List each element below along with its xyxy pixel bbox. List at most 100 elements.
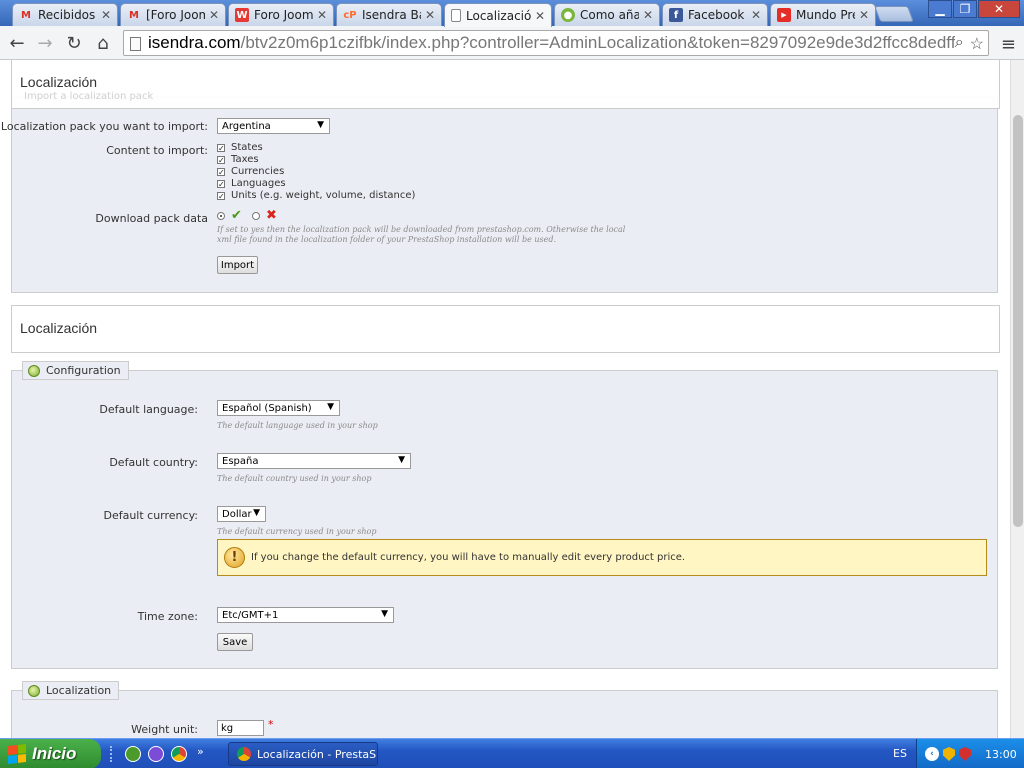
task-label: Localización - PrestaS... bbox=[257, 747, 378, 761]
clock[interactable]: 13:00 bbox=[985, 748, 1017, 761]
select-value: Español (Spanish) bbox=[222, 402, 312, 414]
forward-arrow-icon[interactable]: → bbox=[34, 32, 56, 54]
gear-icon bbox=[28, 684, 40, 697]
windows-logo-icon bbox=[8, 744, 26, 764]
back-arrow-icon[interactable]: ← bbox=[6, 32, 28, 54]
close-icon[interactable]: ✕ bbox=[643, 8, 653, 22]
browser-tab-2[interactable]: M [Foro Joom ✕ bbox=[120, 3, 226, 26]
menu-icon[interactable]: ≡ bbox=[1001, 34, 1016, 55]
default-country-select[interactable]: España ▼ bbox=[217, 453, 411, 469]
save-button[interactable]: Save bbox=[217, 633, 253, 651]
pack-select-value: Argentina bbox=[222, 120, 271, 132]
browser-tab-5-active[interactable]: Localizació ✕ bbox=[444, 3, 552, 27]
default-language-select[interactable]: Español (Spanish) ▼ bbox=[217, 400, 340, 416]
more-chevron-icon[interactable]: » bbox=[197, 745, 204, 758]
default-language-label: Default language: bbox=[99, 403, 198, 416]
home-icon[interactable]: ⌂ bbox=[92, 32, 114, 54]
default-country-label: Default country: bbox=[109, 456, 198, 469]
pack-label: Localization pack you want to import: bbox=[0, 120, 208, 133]
pack-select[interactable]: Argentina ▼ bbox=[217, 118, 330, 134]
time-zone-select[interactable]: Etc/GMT+1 ▼ bbox=[217, 607, 394, 623]
tray-expand-icon[interactable]: ‹ bbox=[925, 747, 939, 761]
download-no-radio[interactable] bbox=[252, 212, 260, 220]
page-icon bbox=[130, 37, 141, 51]
default-currency-select[interactable]: Dollar ▼ bbox=[217, 506, 266, 522]
tab-title: Mundo Pres bbox=[796, 8, 855, 22]
import-button[interactable]: Import bbox=[217, 256, 258, 274]
checkbox-label: Currencies bbox=[231, 166, 285, 177]
windows-taskbar: Inicio » Localización - PrestaS... ES ‹ … bbox=[0, 738, 1024, 768]
system-tray: ‹ 13:00 bbox=[916, 739, 1024, 768]
browser-tab-1[interactable]: M Recibidos - ✕ bbox=[12, 3, 118, 26]
prestashop-icon: ● bbox=[561, 8, 575, 22]
checkbox-label: Languages bbox=[231, 178, 286, 189]
browser-tab-3[interactable]: W Foro Jooml ✕ bbox=[228, 3, 334, 26]
window-close-icon[interactable]: ✕ bbox=[978, 0, 1020, 18]
chevron-down-icon: ▼ bbox=[327, 402, 334, 412]
taskbar-chrome-window[interactable]: Localización - PrestaS... bbox=[228, 742, 378, 766]
check-icon: ✔ bbox=[231, 208, 242, 223]
tab-title: Isendra Ba bbox=[362, 8, 421, 22]
utorrent-icon[interactable] bbox=[125, 746, 141, 762]
search-icon[interactable]: ⌕ bbox=[955, 34, 964, 54]
checkbox-states[interactable]: ✓ States bbox=[217, 142, 263, 153]
download-help-2: xml file found in the localization folde… bbox=[217, 235, 556, 244]
minimize-icon[interactable]: ▁ bbox=[928, 0, 952, 18]
page-title: Localización bbox=[20, 74, 98, 90]
time-zone-label: Time zone: bbox=[137, 610, 198, 623]
select-value: Etc/GMT+1 bbox=[222, 609, 279, 621]
browser-tab-6[interactable]: ● Como añad ✕ bbox=[554, 3, 660, 26]
close-icon[interactable]: ✕ bbox=[317, 8, 327, 22]
facebook-icon: f bbox=[669, 8, 683, 22]
language-indicator[interactable]: ES bbox=[893, 747, 907, 760]
close-icon[interactable]: ✕ bbox=[425, 8, 435, 22]
country-help: The default country used in your shop bbox=[217, 474, 372, 483]
configuration-legend: Configuration bbox=[22, 361, 129, 380]
scrollbar-thumb[interactable] bbox=[1013, 115, 1023, 527]
reload-icon[interactable]: ↻ bbox=[63, 32, 85, 54]
chevron-down-icon: ▼ bbox=[253, 508, 260, 518]
checkbox-units[interactable]: ✓ Units (e.g. weight, volume, distance) bbox=[217, 190, 415, 201]
legend-label: Configuration bbox=[46, 364, 121, 377]
page-content: Localization pack you want to import: Ar… bbox=[0, 60, 1010, 738]
chrome-icon[interactable] bbox=[171, 746, 187, 762]
weight-unit-label: Weight unit: bbox=[131, 723, 198, 736]
gmail-icon: M bbox=[21, 9, 31, 21]
close-icon[interactable]: ✕ bbox=[859, 8, 869, 22]
address-bar[interactable]: isendra.com/btv2z0m6p1czifbk/index.php?c… bbox=[123, 30, 989, 56]
content-label: Content to import: bbox=[106, 144, 208, 157]
star-icon[interactable]: ☆ bbox=[970, 34, 984, 54]
joomla-icon: W bbox=[235, 8, 249, 22]
cross-icon: ✖ bbox=[266, 208, 277, 223]
new-tab-button[interactable] bbox=[874, 6, 914, 22]
start-button[interactable]: Inicio bbox=[0, 739, 101, 768]
chevron-down-icon: ▼ bbox=[398, 455, 405, 465]
tab-title: Facebook bbox=[688, 8, 745, 22]
checkbox-label: Taxes bbox=[231, 154, 259, 165]
page-title: Localización bbox=[20, 320, 98, 336]
warning-text: If you change the default currency, you … bbox=[251, 552, 686, 563]
gear-icon bbox=[28, 364, 40, 377]
weight-unit-input[interactable]: kg bbox=[217, 720, 264, 736]
close-icon[interactable]: ✕ bbox=[751, 8, 761, 22]
checkbox-currencies[interactable]: ✓ Currencies bbox=[217, 166, 284, 177]
browser-tab-8[interactable]: ▶ Mundo Pres ✕ bbox=[770, 3, 876, 26]
download-yes-radio[interactable] bbox=[217, 212, 225, 220]
url-host: isendra.com bbox=[148, 33, 241, 52]
checkbox-languages[interactable]: ✓ Languages bbox=[217, 178, 286, 189]
close-icon[interactable]: ✕ bbox=[535, 9, 545, 23]
checkbox-taxes[interactable]: ✓ Taxes bbox=[217, 154, 259, 165]
tab-title: Recibidos - bbox=[38, 8, 97, 22]
taskbar-grip bbox=[110, 746, 116, 762]
shield-icon[interactable] bbox=[943, 747, 955, 761]
tab-title: Foro Jooml bbox=[254, 8, 313, 22]
close-icon[interactable]: ✕ bbox=[101, 8, 111, 22]
restore-icon[interactable]: ❐ bbox=[953, 0, 977, 18]
warning-icon: ! bbox=[224, 547, 245, 568]
ccleaner-icon[interactable] bbox=[148, 746, 164, 762]
antivirus-icon[interactable] bbox=[959, 747, 971, 761]
close-icon[interactable]: ✕ bbox=[209, 8, 219, 22]
browser-tab-4[interactable]: cP Isendra Ba ✕ bbox=[336, 3, 442, 26]
browser-tab-7[interactable]: f Facebook ✕ bbox=[662, 3, 768, 26]
page-scrollbar[interactable] bbox=[1010, 60, 1024, 738]
